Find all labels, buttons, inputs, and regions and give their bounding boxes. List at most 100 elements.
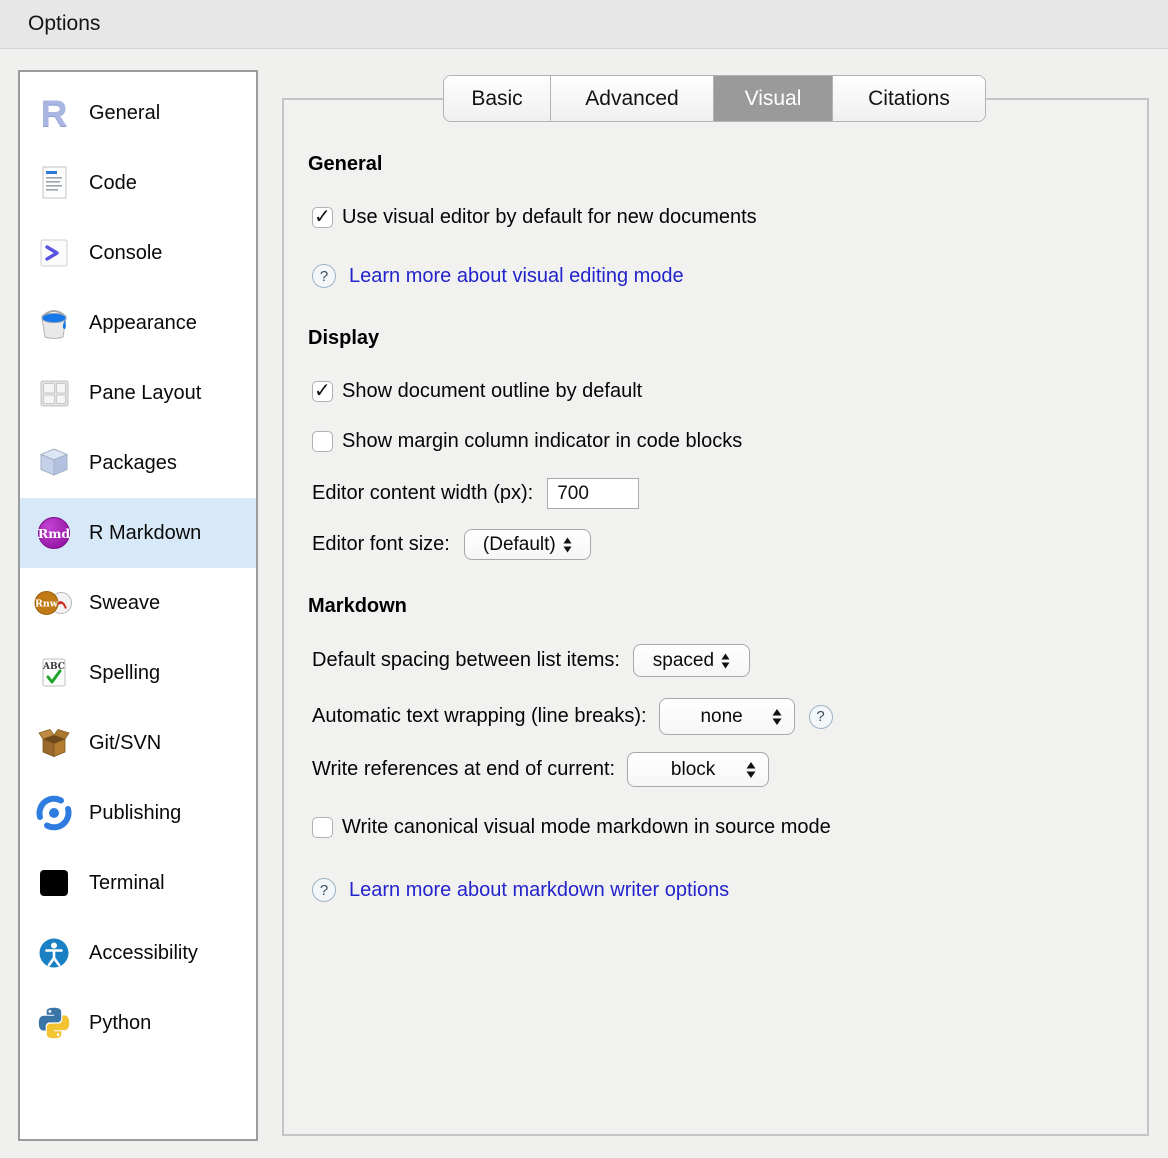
- references-select[interactable]: block: [627, 752, 769, 787]
- terminal-square-icon: [32, 864, 76, 902]
- use-visual-editor-checkbox[interactable]: ✓: [312, 207, 333, 228]
- section-heading-display: Display: [308, 327, 379, 350]
- sidebar-item-spelling[interactable]: ABC Spelling: [20, 638, 256, 708]
- select-value: none: [672, 706, 772, 728]
- editor-font-size-label: Editor font size:: [312, 533, 450, 556]
- checkbox-row-canonical-markdown[interactable]: Write canonical visual mode markdown in …: [312, 816, 831, 839]
- checkbox-label: Show margin column indicator in code blo…: [342, 430, 742, 453]
- sidebar-item-label: Git/SVN: [89, 732, 161, 755]
- text-wrapping-select[interactable]: none: [659, 698, 795, 735]
- sidebar-item-label: Pane Layout: [89, 382, 201, 405]
- sidebar-item-sweave[interactable]: Rnw Sweave: [20, 568, 256, 638]
- editor-font-size-row: Editor font size: (Default): [312, 529, 591, 560]
- select-value: block: [640, 759, 746, 781]
- tab-citations[interactable]: Citations: [833, 76, 985, 121]
- sidebar-item-label: Code: [89, 172, 137, 195]
- canonical-markdown-checkbox[interactable]: [312, 817, 333, 838]
- checkbox-row-show-outline[interactable]: ✓ Show document outline by default: [312, 380, 642, 403]
- select-arrows-icon: [721, 653, 730, 669]
- sidebar-item-console[interactable]: Console: [20, 218, 256, 288]
- select-arrows-icon: [772, 708, 782, 726]
- sidebar-item-label: Accessibility: [89, 942, 198, 965]
- svg-text:ABC: ABC: [42, 662, 65, 672]
- svg-text:Rmd: Rmd: [38, 526, 71, 541]
- options-content-panel: General ✓ Use visual editor by default f…: [282, 98, 1149, 1136]
- sidebar-item-label: Sweave: [89, 592, 160, 615]
- learn-more-visual-editing-link[interactable]: Learn more about visual editing mode: [349, 265, 684, 288]
- paint-bucket-icon: [32, 304, 76, 342]
- section-heading-general: General: [308, 153, 382, 176]
- window-title-bar: Options: [0, 0, 1168, 49]
- list-spacing-row: Default spacing between list items: spac…: [312, 644, 750, 677]
- help-row-visual-editing: ? Learn more about visual editing mode: [312, 264, 684, 288]
- references-label: Write references at end of current:: [312, 758, 615, 781]
- sidebar-item-publishing[interactable]: Publishing: [20, 778, 256, 848]
- rnw-pdf-icon: Rnw: [32, 584, 76, 622]
- learn-more-markdown-writer-link[interactable]: Learn more about markdown writer options: [349, 879, 729, 902]
- sidebar-item-label: Terminal: [89, 872, 165, 895]
- checkbox-label: Use visual editor by default for new doc…: [342, 206, 757, 229]
- help-question-icon[interactable]: ?: [312, 878, 336, 902]
- sidebar-item-label: General: [89, 102, 160, 125]
- editor-content-width-label: Editor content width (px):: [312, 482, 533, 505]
- references-row: Write references at end of current: bloc…: [312, 752, 769, 787]
- check-icon: ✓: [314, 204, 331, 229]
- select-value: spaced: [653, 650, 714, 672]
- sidebar-item-terminal[interactable]: Terminal: [20, 848, 256, 918]
- select-arrows-icon: [746, 761, 756, 779]
- accessibility-person-icon: [32, 934, 76, 972]
- code-document-icon: [32, 164, 76, 202]
- question-glyph: ?: [816, 708, 824, 725]
- help-row-markdown-writer: ? Learn more about markdown writer optio…: [312, 878, 729, 902]
- list-spacing-label: Default spacing between list items:: [312, 649, 620, 672]
- sidebar-item-pane-layout[interactable]: Pane Layout: [20, 358, 256, 428]
- question-glyph: ?: [320, 268, 328, 285]
- rmd-badge-icon: Rmd: [32, 514, 76, 552]
- pane-grid-icon: [32, 374, 76, 412]
- svg-text:Rnw: Rnw: [35, 599, 59, 610]
- r-logo-icon: R: [32, 95, 76, 132]
- tab-advanced[interactable]: Advanced: [551, 76, 714, 121]
- sidebar-item-label: Packages: [89, 452, 177, 475]
- help-question-icon[interactable]: ?: [312, 264, 336, 288]
- checkbox-label: Show document outline by default: [342, 380, 642, 403]
- sidebar-item-appearance[interactable]: Appearance: [20, 288, 256, 358]
- connect-swirl-icon: [32, 794, 76, 832]
- select-value: (Default): [483, 534, 556, 556]
- sidebar-item-label: Python: [89, 1012, 151, 1035]
- sidebar-item-r-markdown[interactable]: Rmd R Markdown: [20, 498, 256, 568]
- sidebar-item-packages[interactable]: Packages: [20, 428, 256, 498]
- editor-content-width-input[interactable]: [547, 478, 639, 509]
- question-glyph: ?: [320, 882, 328, 899]
- cardboard-box-icon: [32, 724, 76, 762]
- sidebar-item-general[interactable]: R General: [20, 78, 256, 148]
- window-title: Options: [28, 12, 100, 36]
- select-arrows-icon: [563, 537, 572, 553]
- options-category-sidebar: R General Code Console Appearance Pane L…: [18, 70, 258, 1141]
- sidebar-item-label: Console: [89, 242, 162, 265]
- text-wrapping-row: Automatic text wrapping (line breaks): n…: [312, 698, 833, 735]
- console-prompt-icon: [32, 234, 76, 272]
- check-icon: ✓: [314, 378, 331, 403]
- text-wrapping-help-icon[interactable]: ?: [809, 705, 833, 729]
- sidebar-item-accessibility[interactable]: Accessibility: [20, 918, 256, 988]
- python-logo-icon: [32, 1004, 76, 1042]
- sidebar-item-code[interactable]: Code: [20, 148, 256, 218]
- show-outline-checkbox[interactable]: ✓: [312, 381, 333, 402]
- tab-visual[interactable]: Visual: [714, 76, 833, 121]
- list-spacing-select[interactable]: spaced: [633, 644, 750, 677]
- section-heading-markdown: Markdown: [308, 595, 407, 618]
- editor-font-size-select[interactable]: (Default): [464, 529, 591, 560]
- sidebar-item-label: Appearance: [89, 312, 197, 335]
- editor-content-width-row: Editor content width (px):: [312, 478, 639, 509]
- text-wrapping-label: Automatic text wrapping (line breaks):: [312, 705, 647, 728]
- sidebar-item-python[interactable]: Python: [20, 988, 256, 1058]
- sidebar-item-label: R Markdown: [89, 522, 201, 545]
- show-margin-checkbox[interactable]: [312, 431, 333, 452]
- sidebar-item-git-svn[interactable]: Git/SVN: [20, 708, 256, 778]
- checkbox-label: Write canonical visual mode markdown in …: [342, 816, 831, 839]
- checkbox-row-use-visual-editor[interactable]: ✓ Use visual editor by default for new d…: [312, 206, 757, 229]
- tab-basic[interactable]: Basic: [444, 76, 551, 121]
- sidebar-item-label: Publishing: [89, 802, 181, 825]
- checkbox-row-show-margin[interactable]: Show margin column indicator in code blo…: [312, 430, 742, 453]
